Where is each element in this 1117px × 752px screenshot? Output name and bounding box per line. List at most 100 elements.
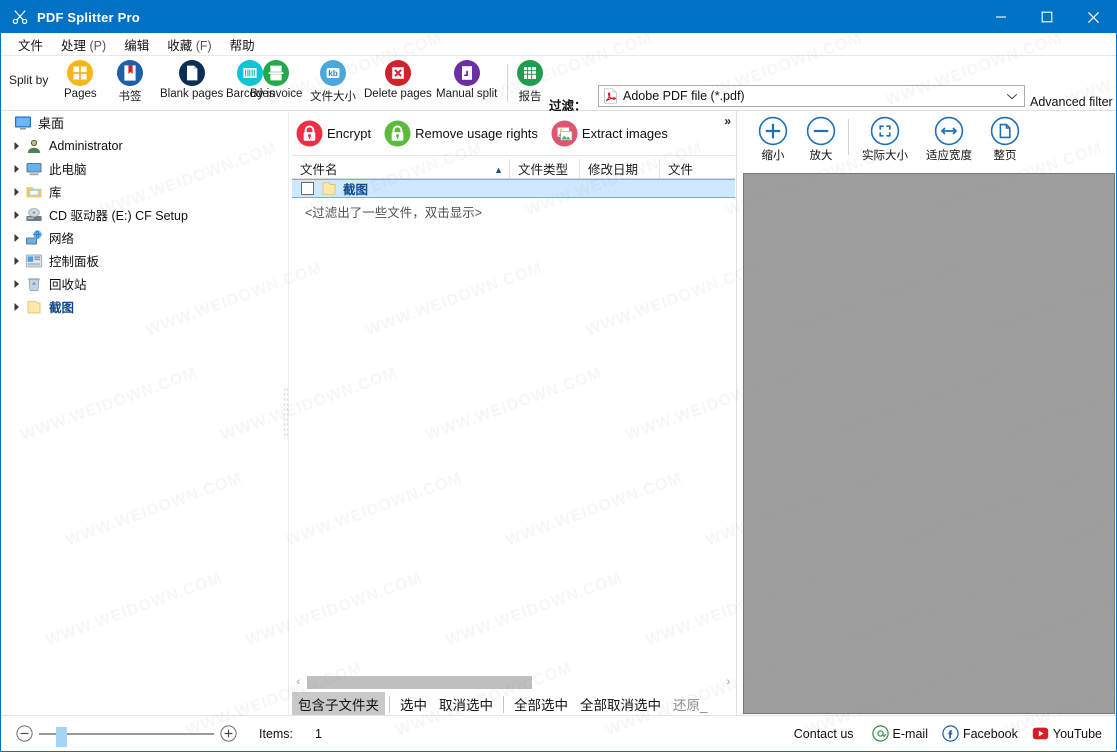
- filter-combobox[interactable]: Adobe PDF file (*.pdf): [598, 85, 1025, 107]
- actions-overflow-button[interactable]: »: [724, 114, 731, 128]
- column-label: 修改日期: [588, 163, 639, 177]
- tree-node-network[interactable]: 网络: [2, 226, 282, 249]
- menu-edit[interactable]: 编辑: [115, 33, 158, 56]
- window-title: PDF Splitter Pro: [37, 9, 140, 25]
- toolbar-button-manual-split[interactable]: Manual split: [433, 59, 500, 100]
- tree-node-libraries[interactable]: 库: [2, 180, 282, 203]
- actual-size-button[interactable]: 实际大小: [852, 111, 918, 163]
- toolbar-button-pages[interactable]: Pages: [61, 59, 100, 100]
- chevron-right-icon[interactable]: [8, 295, 25, 318]
- chevron-right-icon[interactable]: [8, 157, 25, 180]
- zoom-in-button[interactable]: 放大: [797, 111, 845, 163]
- file-browser-pane: Encrypt Remove usage rights Extract imag…: [292, 111, 735, 716]
- hscroll-thumb[interactable]: [307, 675, 532, 689]
- minimize-button[interactable]: [978, 1, 1024, 33]
- column-header-filesize[interactable]: 文件: [660, 159, 735, 178]
- toolbar-button-delete-pages[interactable]: Delete pages: [361, 59, 435, 100]
- hscroll-track[interactable]: [305, 675, 722, 689]
- fit-width-label: 适应宽度: [926, 150, 972, 162]
- encrypt-label: Encrypt: [327, 125, 372, 141]
- chevron-down-icon[interactable]: [1002, 89, 1022, 103]
- tree-node-this-pc[interactable]: 此电脑: [2, 157, 282, 180]
- zoom-in-label: 放大: [809, 150, 833, 162]
- title-bar: PDF Splitter Pro: [1, 1, 1116, 33]
- file-list-hscrollbar[interactable]: ‹ ›: [292, 674, 735, 690]
- column-header-filename[interactable]: 文件名 ▲: [292, 159, 510, 178]
- menu-favorites[interactable]: 收藏 (F): [158, 33, 220, 56]
- chevron-right-icon[interactable]: [8, 203, 25, 226]
- toolbar-button-blank-pages[interactable]: Blank pages: [157, 59, 226, 100]
- scroll-right-arrow[interactable]: ›: [722, 676, 735, 688]
- chevron-right-icon[interactable]: [8, 134, 25, 157]
- toolbar-label: 报告: [518, 91, 542, 103]
- table-row[interactable]: 截图: [292, 179, 735, 198]
- tree-node-label: 网络: [49, 232, 75, 246]
- extract-images-button[interactable]: Extract images: [551, 120, 668, 147]
- pdf-preview-canvas[interactable]: [743, 173, 1115, 714]
- status-bar: Items: 1 Contact us E-mail Facebook YouT…: [2, 715, 1116, 751]
- tree-node-administrator[interactable]: Administrator: [2, 134, 282, 157]
- column-label: 文件名: [300, 163, 338, 177]
- tree-list-splitter[interactable]: [282, 111, 290, 715]
- email-link[interactable]: E-mail: [871, 725, 928, 742]
- scroll-left-arrow[interactable]: ‹: [292, 676, 305, 688]
- close-button[interactable]: [1070, 1, 1116, 33]
- minus-circle-icon[interactable]: [16, 725, 33, 742]
- thumbnail-size-slider[interactable]: [39, 726, 214, 747]
- menu-process[interactable]: 处理 (P): [52, 33, 115, 56]
- toolbar-button-report[interactable]: 报告: [513, 59, 547, 104]
- menu-file[interactable]: 文件: [9, 33, 52, 56]
- tree-node-control-panel[interactable]: 控制面板: [2, 249, 282, 272]
- chevron-right-icon[interactable]: [8, 272, 25, 295]
- tree-node-label: CD 驱动器 (E:) CF Setup: [49, 209, 188, 223]
- remove-usage-rights-button[interactable]: Remove usage rights: [384, 120, 538, 147]
- contact-us-label: Contact us: [793, 726, 854, 741]
- column-header-modified[interactable]: 修改日期: [580, 159, 660, 178]
- tree-node-desktop[interactable]: 桌面: [2, 111, 282, 134]
- youtube-link[interactable]: YouTube: [1032, 725, 1102, 742]
- zoom-out-button[interactable]: 缩小: [749, 111, 797, 163]
- plus-circle-icon[interactable]: [220, 725, 237, 742]
- main-toolbar: Split by Pages 书签 Blank pages Barcodes B…: [1, 56, 1116, 136]
- deselect-all-button[interactable]: 全部取消选中: [574, 692, 667, 716]
- slider-thumb[interactable]: [56, 726, 67, 747]
- fit-width-button[interactable]: 适应宽度: [918, 111, 980, 163]
- toolbar-button-by-invoice[interactable]: By invoice: [247, 59, 305, 100]
- zoom-plus-icon: [758, 116, 788, 146]
- control-panel-icon: [25, 252, 43, 270]
- file-list[interactable]: 截图 <过滤出了一些文件，双击显示>: [292, 179, 735, 674]
- column-label: 文件: [668, 163, 694, 177]
- deselect-button[interactable]: 取消选中: [433, 692, 499, 716]
- tree-node-recycle-bin[interactable]: 回收站: [2, 272, 282, 295]
- select-all-button[interactable]: 全部选中: [508, 692, 574, 716]
- encrypt-button[interactable]: Encrypt: [296, 120, 371, 147]
- selection-toolbar: 包含子文件夹 选中 取消选中 全部选中 全部取消选中 还原_: [292, 692, 735, 716]
- restore-button[interactable]: 还原_: [667, 692, 714, 716]
- divider: [848, 119, 849, 155]
- whole-page-icon: [990, 116, 1020, 146]
- email-label: E-mail: [892, 726, 928, 741]
- include-subfolders-button[interactable]: 包含子文件夹: [292, 692, 385, 716]
- advanced-filter-link[interactable]: Advanced filter: [1030, 95, 1113, 109]
- select-button[interactable]: 选中: [394, 692, 433, 716]
- chevron-right-icon[interactable]: [8, 249, 25, 272]
- contact-links: Contact us E-mail Facebook YouTube: [794, 725, 1116, 742]
- lock-green-icon: [384, 120, 411, 147]
- delete-pages-icon: [384, 59, 412, 87]
- toolbar-button-file-size[interactable]: kb 文件大小: [307, 59, 359, 104]
- toolbar-button-bookmark[interactable]: 书签: [113, 59, 147, 104]
- menu-help[interactable]: 帮助: [221, 33, 264, 56]
- extract-images-icon: [551, 120, 578, 147]
- tree-node-screenshots[interactable]: 截图: [2, 295, 282, 318]
- column-header-filetype[interactable]: 文件类型: [510, 159, 580, 178]
- tree-node-label: Administrator: [49, 138, 123, 153]
- whole-page-button[interactable]: 整页: [980, 111, 1030, 163]
- maximize-button[interactable]: [1024, 1, 1070, 33]
- row-checkbox[interactable]: [301, 182, 314, 195]
- chevron-right-icon[interactable]: [8, 180, 25, 203]
- chevron-right-icon[interactable]: [8, 226, 25, 249]
- tree-node-cd-drive[interactable]: CD 驱动器 (E:) CF Setup: [2, 203, 282, 226]
- actual-size-icon: [870, 116, 900, 146]
- facebook-link[interactable]: Facebook: [942, 725, 1018, 742]
- file-list-header: 文件名 ▲ 文件类型 修改日期 文件: [292, 159, 735, 179]
